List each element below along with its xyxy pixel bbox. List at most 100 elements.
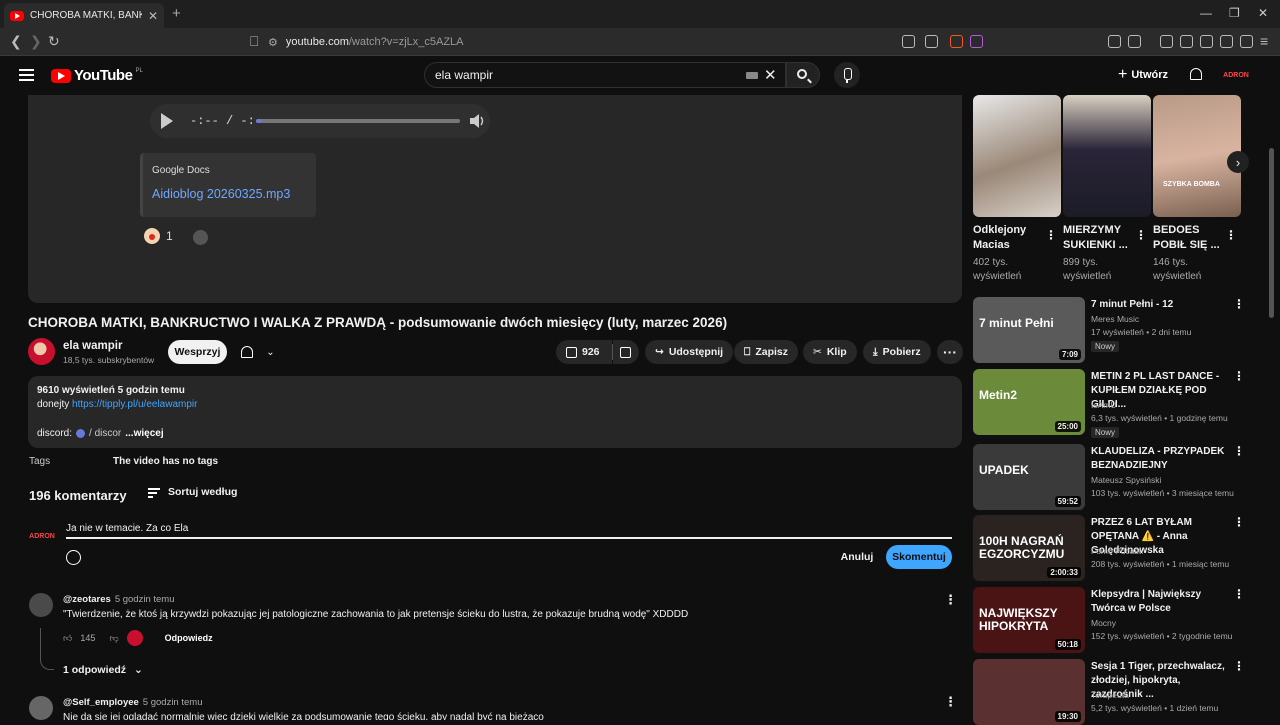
channel-avatar[interactable] [28,338,55,365]
leo-icon[interactable] [1220,35,1233,48]
new-tab-icon[interactable]: + [172,5,181,22]
search-button[interactable] [786,62,820,88]
comment-menu-icon[interactable]: ⋮ [944,694,957,710]
search-input[interactable] [435,68,735,82]
channel-name[interactable]: ela wampir [63,340,122,352]
video-menu-icon[interactable]: ⋮ [1233,515,1245,529]
volume-icon[interactable] [470,113,484,129]
channel-name[interactable]: Terapeuta [1091,690,1129,700]
scrollbar-thumb[interactable] [1269,148,1274,318]
media-icon[interactable] [1160,35,1173,48]
video-title[interactable]: KLAUDELIZA - PRZYPADEK BEZNADZIEJNY [1091,445,1227,473]
voice-search-button[interactable] [834,62,860,88]
comment-menu-icon[interactable]: ⋮ [944,592,957,608]
comment-dislike-icon[interactable]: 👎︎ [109,633,118,644]
show-more-button[interactable]: ...więcej [125,428,163,439]
close-tab-icon[interactable]: ✕ [148,9,158,23]
subscription-notifications-button[interactable]: ⌄ [235,340,281,364]
video-thumbnail[interactable]: UPADEK 59:52 [973,444,1085,510]
short-thumbnail[interactable] [973,95,1061,217]
hamburger-menu-icon[interactable] [19,69,34,81]
install-app-icon[interactable] [902,35,915,48]
more-actions-icon[interactable]: ··· [937,340,963,364]
keyboard-icon[interactable] [746,72,758,79]
create-button[interactable]: + Utwórz [1118,66,1168,84]
url-field[interactable]: ⚙ youtube.com/watch?v=zjLx_c5AZLA [268,32,988,52]
video-thumbnail[interactable]: 19:30 [973,659,1085,725]
comment-input[interactable] [66,520,952,539]
attachment-link[interactable]: Aidioblog 20260325.mp3 [152,187,290,201]
short-title[interactable]: MIERZYMY SUKIENKI ... [1063,223,1137,253]
download-button[interactable]: ⤓ Pobierz [863,340,931,364]
comment-author[interactable]: @Self_employee 5 godzin temu [63,697,202,708]
comment-time[interactable]: 5 godzin temu [115,594,175,605]
support-button[interactable]: Wesprzyj [168,340,227,364]
discord-text[interactable]: / discor [89,428,121,439]
video-title[interactable]: Klepsydra | Największy Twórca w Polsce [1091,588,1227,616]
donate-link[interactable]: https://tipply.pl/u/eelawampir [72,399,197,410]
account-avatar[interactable]: ADRON [1223,64,1249,86]
notifications-bell-icon[interactable] [1190,68,1202,80]
sidebar-icon[interactable] [1180,35,1193,48]
video-menu-icon[interactable]: ⋮ [1233,369,1245,383]
short-title[interactable]: Odklejony Macias [973,223,1047,253]
search-box[interactable] [424,62,786,88]
browser-tab[interactable]: CHOROBA MATKI, BANKRUCTWO ✕ [4,3,164,28]
channel-name[interactable]: Meres Music [1091,314,1139,324]
video-title[interactable]: 7 minut Pełni - 12 [1091,298,1227,312]
emoji-icon[interactable] [66,550,81,565]
short-menu-icon[interactable]: ⋮ [1045,228,1057,242]
video-menu-icon[interactable]: ⋮ [1233,297,1245,311]
reply-button[interactable]: Odpowiedz [165,633,213,643]
channel-name[interactable]: IsAmU [1091,400,1117,410]
window-close-icon[interactable]: ✕ [1258,6,1268,20]
extensions-icon[interactable] [1108,35,1121,48]
short-menu-icon[interactable]: ⋮ [1225,228,1237,242]
add-reaction-icon[interactable] [193,230,208,245]
short-thumbnail[interactable] [1063,95,1151,217]
video-thumbnail[interactable]: 100H NAGRAŃ EGZORCYZMU 2:00:33 [973,515,1085,581]
comment-time[interactable]: 5 godzin temu [143,697,203,708]
clear-search-icon[interactable]: ✕ [764,66,777,84]
reaction-chip[interactable]: 1 [144,228,173,244]
rewards-icon[interactable] [970,35,983,48]
video-thumbnail[interactable]: Metin2 25:00 [973,369,1085,435]
comment-author[interactable]: @zeotares 5 godzin temu [63,594,175,605]
reload-icon[interactable]: ↻ [48,33,60,50]
site-info-icon[interactable]: ⚙ [268,36,278,49]
video-menu-icon[interactable]: ⋮ [1233,587,1245,601]
chevron-right-icon[interactable]: › [1227,151,1249,173]
minimize-icon[interactable]: — [1200,6,1212,20]
video-thumbnail[interactable]: 7 minut Pełni 7:09 [973,297,1085,363]
short-title[interactable]: BEDOES POBIŁ SIĘ ... [1153,223,1227,253]
tabs-icon[interactable] [1200,35,1213,48]
video-thumbnail[interactable]: NAJWIĘKSZY HIPOKRYTA 50:18 [973,587,1085,653]
maximize-icon[interactable]: ❐ [1229,6,1240,20]
channel-name[interactable]: Mateusz Spysiński [1091,475,1161,485]
share-button[interactable]: ↪ Udostępnij [645,340,734,364]
forward-icon[interactable]: ❯ [30,33,42,50]
share-page-icon[interactable] [925,35,938,48]
vpn-icon[interactable] [1240,35,1253,48]
comment-avatar[interactable] [29,593,53,617]
audio-play-icon[interactable] [161,113,173,129]
wallet-icon[interactable] [1128,35,1141,48]
channel-name[interactable]: Mocny [1091,618,1116,628]
dislike-button[interactable] [613,340,639,364]
show-replies-button[interactable]: 1 odpowiedź ⌄ [63,664,143,676]
sort-comments-button[interactable]: Sortuj według [148,486,237,498]
audio-progress-track[interactable] [256,119,460,123]
save-button[interactable]: ⎕ Zapisz [734,340,798,364]
cancel-button[interactable]: Anuluj [836,547,878,567]
bookmark-icon[interactable]: ⎕ [250,33,258,50]
browser-menu-icon[interactable]: ≡ [1260,33,1268,49]
comment-avatar[interactable] [29,696,53,720]
youtube-logo[interactable]: YouTube PL [51,67,143,84]
like-button[interactable]: 926 [556,340,612,364]
submit-comment-button[interactable]: Skomentuj [886,545,952,569]
channel-name[interactable]: Fomo Pdcast. [1091,546,1143,556]
comment-like-icon[interactable]: 👍︎ [63,633,72,644]
brave-shield-icon[interactable] [950,35,963,48]
short-menu-icon[interactable]: ⋮ [1135,228,1147,242]
video-menu-icon[interactable]: ⋮ [1233,444,1245,458]
